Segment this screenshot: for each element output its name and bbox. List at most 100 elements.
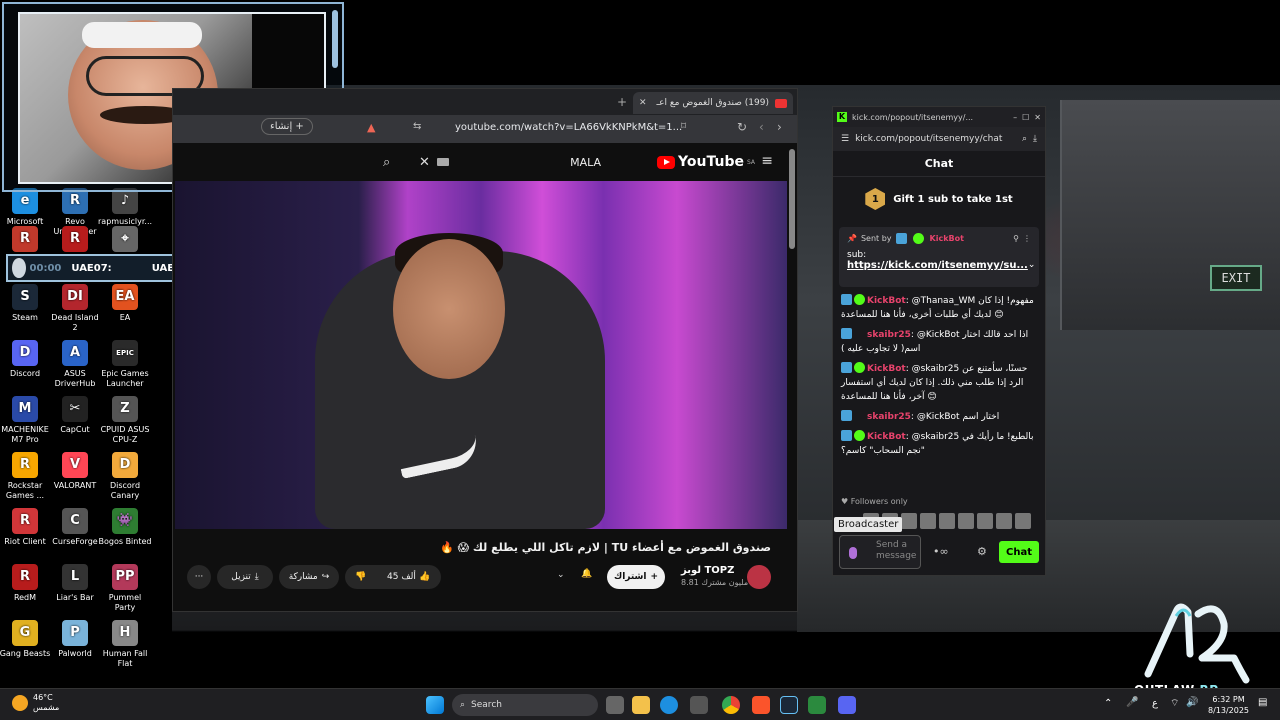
reader-icon[interactable]: ⇆ (413, 121, 421, 132)
like-icon[interactable]: 👍 (419, 572, 430, 582)
notification-bell-icon[interactable]: 🔔 (581, 569, 592, 579)
dislike-icon[interactable]: 👎 (355, 572, 366, 582)
more-actions-button[interactable]: ··· (187, 565, 211, 589)
chat-username[interactable]: KickBot (867, 364, 906, 374)
search-icon[interactable]: ⌕ (383, 155, 390, 170)
desktop-icon[interactable]: EPIC Epic Games Launcher (98, 340, 152, 389)
emote-icon[interactable] (939, 513, 955, 529)
share-button[interactable]: مشاركة ↪ (279, 565, 339, 589)
desktop-icon[interactable]: PP Pummel Party (98, 564, 152, 613)
desktop-icon[interactable]: DI Dead Island 2 (48, 284, 102, 333)
expand-pinned-icon[interactable]: ⌄ (1028, 260, 1036, 271)
taskbar-clock[interactable]: 6:32 PM 8/13/2025 (1208, 694, 1249, 716)
close-window-icon[interactable]: ✕ (1034, 113, 1041, 122)
browser-scrollbar[interactable] (789, 149, 795, 249)
minimize-icon[interactable]: – (1013, 113, 1017, 122)
overlay-scrollbar[interactable] (332, 10, 338, 68)
settings-gear-icon[interactable]: ⚙ (977, 545, 989, 558)
youtube-logo[interactable]: YouTube SA (657, 154, 755, 170)
desktop-icon[interactable]: EA EA (98, 284, 152, 323)
tray-mic-icon[interactable]: 🎤 (1126, 697, 1138, 708)
send-chat-button[interactable]: Chat (999, 541, 1039, 563)
edge-icon[interactable] (660, 696, 678, 714)
desktop-icon[interactable]: P Palworld (48, 620, 102, 659)
site-settings-icon[interactable]: ☰ (841, 134, 849, 144)
download-icon[interactable]: ⤓ (1033, 134, 1037, 144)
desktop-icon[interactable]: R Riot Client (0, 508, 52, 547)
desktop-icon[interactable]: S Steam (0, 284, 52, 323)
wifi-icon[interactable]: ⌔ (1170, 697, 1179, 710)
xbox-icon[interactable] (808, 696, 826, 714)
chat-username[interactable]: skaibr25 (867, 330, 911, 340)
back-icon[interactable]: ‹ (759, 120, 764, 134)
expand-icon[interactable]: ⌄ (557, 570, 565, 580)
file-explorer-icon[interactable] (632, 696, 650, 714)
task-view-icon[interactable] (606, 696, 624, 714)
desktop-icon[interactable]: ⌖ (98, 226, 152, 255)
desktop-icon[interactable]: Z CPUID ASUS CPU-Z (98, 396, 152, 445)
brave-icon[interactable] (752, 696, 770, 714)
desktop-icon[interactable]: D Discord Canary (98, 452, 152, 501)
like-count[interactable]: 45 ألف (387, 572, 416, 582)
steam-icon[interactable] (780, 696, 798, 714)
zoom-icon[interactable]: ⌕ (1022, 134, 1027, 144)
desktop-icon[interactable]: H Human Fall Flat (98, 620, 152, 669)
taskbar-search[interactable]: ⌕ Search (452, 694, 598, 716)
download-button[interactable]: تنزيل ⤓ (217, 565, 273, 589)
desktop-icon[interactable]: R Rockstar Games ... (0, 452, 52, 501)
emote-icon[interactable] (901, 513, 917, 529)
pinned-menu-icon[interactable]: ⋮ (1023, 234, 1031, 243)
input-language[interactable]: ع (1152, 698, 1158, 709)
unpin-icon[interactable]: ⚲ (1013, 234, 1019, 243)
desktop-icon[interactable]: V VALORANT (48, 452, 102, 491)
discord-icon[interactable] (838, 696, 856, 714)
chat-username[interactable]: KickBot (867, 296, 906, 306)
menu-icon[interactable]: ≡ (761, 153, 773, 169)
microsoft-store-icon[interactable] (690, 696, 708, 714)
video-player[interactable] (175, 181, 787, 529)
microphone-icon[interactable] (849, 547, 857, 559)
pinned-sender[interactable]: KickBot (930, 234, 964, 243)
emote-picker-icon[interactable]: •∞ (933, 545, 949, 558)
desktop-icon[interactable]: L Liar's Bar (48, 564, 102, 603)
desktop-icon[interactable]: A ASUS DriverHub (48, 340, 102, 389)
keyboard-icon[interactable] (437, 158, 449, 166)
chat-username[interactable]: KickBot (867, 432, 906, 442)
emote-icon[interactable] (958, 513, 974, 529)
gift-sub-banner[interactable]: 1 Gift 1 sub to take 1st (833, 177, 1045, 221)
channel-avatar[interactable] (747, 565, 771, 589)
desktop-icon[interactable]: D Discord (0, 340, 52, 379)
forward-icon[interactable]: › (777, 120, 782, 134)
subscribe-button[interactable]: اشتراك + (607, 565, 665, 589)
desktop-icon[interactable]: R (48, 226, 102, 255)
close-tab-icon[interactable]: ✕ (639, 98, 647, 108)
desktop-icon[interactable]: M MACHENIKE M7 Pro (0, 396, 52, 445)
desktop-icon[interactable]: R (0, 226, 52, 255)
desktop-icon[interactable]: ♪ rapmusiclyr... (98, 188, 152, 227)
browser-tab[interactable]: ✕ (199) صندوق الغموض مع أعـ (633, 92, 793, 114)
new-tab-icon[interactable]: + (617, 95, 627, 109)
desktop-icon[interactable]: C CurseForge (48, 508, 102, 547)
chat-username[interactable]: skaibr25 (867, 412, 911, 422)
emote-icon[interactable] (920, 513, 936, 529)
chrome-icon[interactable] (722, 696, 740, 714)
channel-name[interactable]: لوبز TOPZ (681, 565, 734, 576)
emote-icon[interactable] (1015, 513, 1031, 529)
url-text[interactable]: youtube.com/watch?v=LA66VkKNPkM&t=1... (455, 122, 682, 133)
desktop-icon[interactable]: G Gang Beasts (0, 620, 52, 659)
start-windows-icon[interactable] (426, 696, 444, 714)
tray-chevron-icon[interactable]: ⌃ (1104, 698, 1112, 709)
pinned-link[interactable]: https://kick.com/itsenemyy/su... (847, 260, 1028, 271)
volume-icon[interactable]: 🔊 (1186, 697, 1198, 708)
weather-widget[interactable]: 46°C مشمس (12, 693, 59, 713)
desktop-icon[interactable]: R RedM (0, 564, 52, 603)
clear-search-icon[interactable]: ✕ (419, 155, 430, 170)
brave-shield-icon[interactable]: ▲ (367, 121, 375, 134)
create-button[interactable]: إنشاء + (261, 118, 313, 135)
search-query[interactable]: MALA (570, 156, 601, 169)
maximize-icon[interactable]: ☐ (1022, 113, 1029, 122)
reload-icon[interactable]: ↻ (737, 120, 747, 134)
kick-url[interactable]: kick.com/popout/itsenemyy/chat (855, 134, 1016, 144)
desktop-icon[interactable]: ✂ CapCut (48, 396, 102, 435)
emote-icon[interactable] (977, 513, 993, 529)
